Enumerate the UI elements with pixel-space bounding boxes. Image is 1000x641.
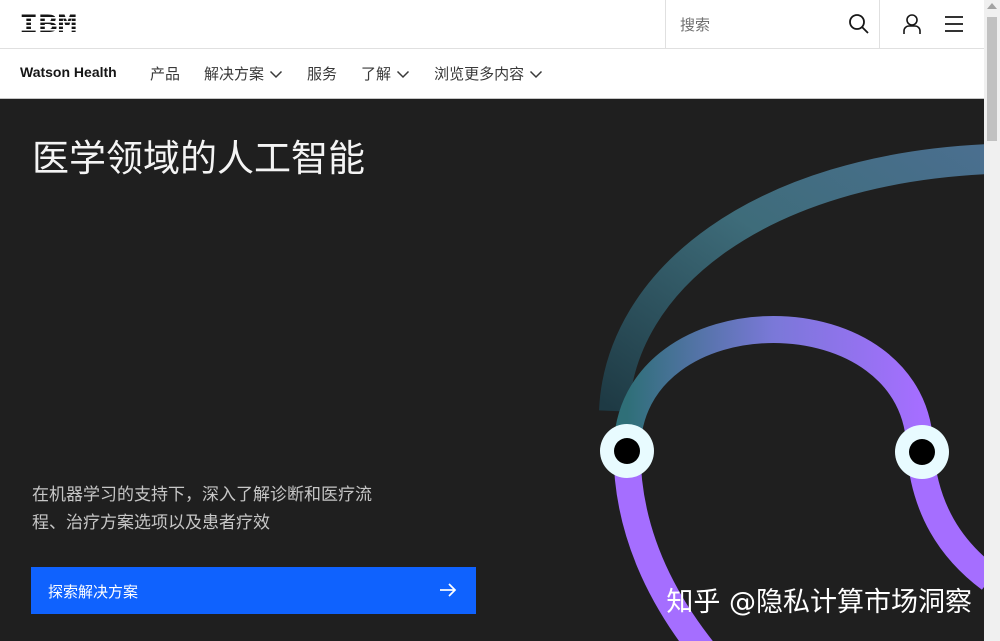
user-icon[interactable] xyxy=(900,12,924,36)
nav-item-learn[interactable]: 了解 xyxy=(361,63,410,84)
sub-navigation: Watson Health 产品 解决方案 服务 了解 浏览更多内容 xyxy=(0,49,984,99)
nav-item-label: 产品 xyxy=(150,65,181,83)
nav-items: 产品 解决方案 服务 了解 浏览更多内容 xyxy=(150,49,567,98)
chevron-down-icon xyxy=(397,70,410,78)
inner-arc xyxy=(613,316,934,452)
page-scrollbar[interactable] xyxy=(984,0,1000,641)
nav-item-label: 服务 xyxy=(307,65,338,83)
search-box xyxy=(665,0,880,48)
masthead: IBM xyxy=(0,0,984,49)
ibm-logo[interactable]: IBM xyxy=(18,10,80,38)
cta-label: 探索解决方案 xyxy=(48,584,139,601)
hamburger-menu-icon[interactable] xyxy=(942,12,966,36)
nav-item-label: 了解 xyxy=(361,65,392,83)
hero-title: 医学领域的人工智能 xyxy=(32,137,365,180)
explore-solutions-button[interactable]: 探索解决方案 xyxy=(31,567,476,614)
scroll-up-arrow-icon[interactable] xyxy=(987,3,997,9)
nav-item-products[interactable]: 产品 xyxy=(150,63,180,84)
scroll-thumb[interactable] xyxy=(987,17,997,141)
hero-description: 在机器学习的支持下，深入了解诊断和医疗流程、治疗方案选项以及患者疗效 xyxy=(32,485,372,533)
nav-item-solutions[interactable]: 解决方案 xyxy=(204,63,283,84)
search-input[interactable] xyxy=(678,12,842,38)
search-icon[interactable] xyxy=(847,12,871,36)
nav-item-services[interactable]: 服务 xyxy=(307,63,337,84)
arrow-right-icon xyxy=(440,583,457,597)
watermark: 知乎 @隐私计算市场洞察 xyxy=(666,587,972,618)
svg-text:IBM: IBM xyxy=(19,10,77,38)
chevron-down-icon xyxy=(530,70,543,78)
hero-section: 医学领域的人工智能 在机器学习的支持下，深入了解诊断和医疗流程、治疗方案选项以及… xyxy=(0,99,984,641)
brand-name[interactable]: Watson Health xyxy=(20,64,117,80)
nav-item-label: 解决方案 xyxy=(204,65,265,83)
page: IBM Watson Health xyxy=(0,0,984,641)
nav-item-browse-more[interactable]: 浏览更多内容 xyxy=(434,63,543,84)
chevron-down-icon xyxy=(270,70,283,78)
nav-item-label: 浏览更多内容 xyxy=(434,65,525,83)
